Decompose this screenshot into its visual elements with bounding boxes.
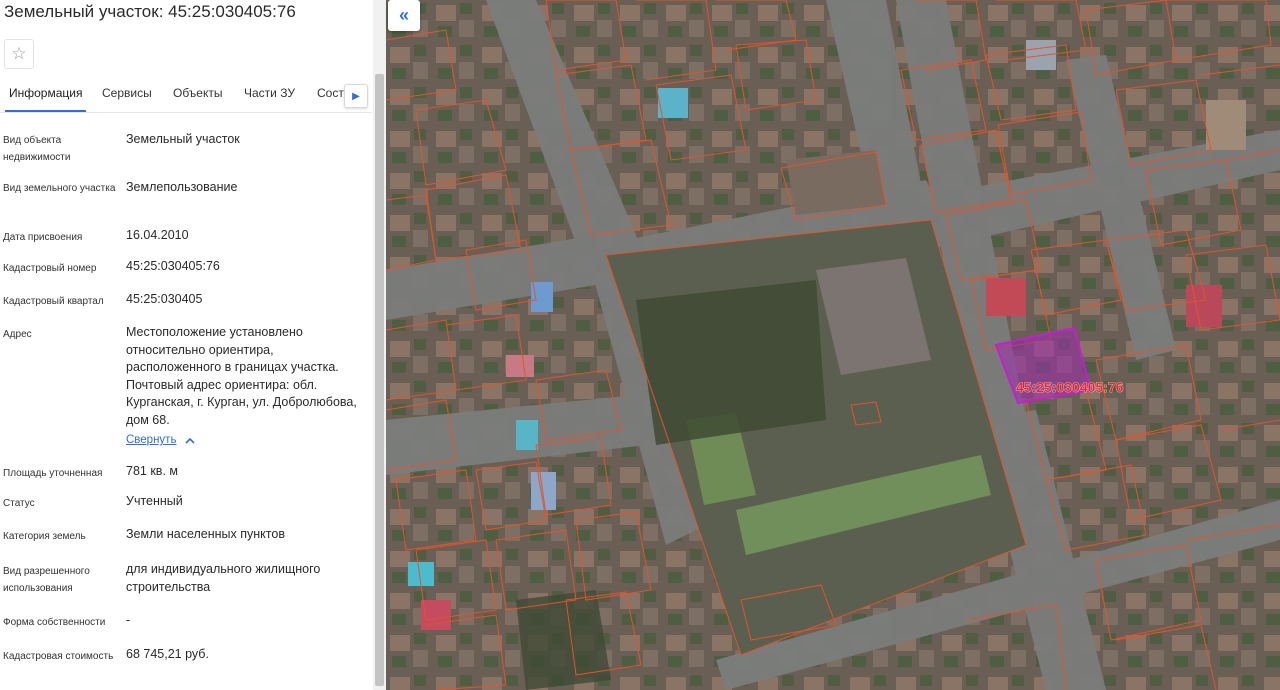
collapse-link[interactable]: Свернуть [126, 434, 176, 446]
value-ownership-form: - [126, 613, 131, 627]
panel-scrollbar-thumb[interactable] [375, 74, 384, 686]
parcel-label: 45:25:030405:76 [1016, 379, 1124, 395]
value-address: Местоположение установлено относительно … [126, 325, 357, 427]
value-area: 781 кв. м [126, 464, 178, 478]
building [1206, 100, 1246, 150]
building [1026, 40, 1056, 70]
building [506, 355, 534, 377]
tab-info[interactable]: Информация [4, 86, 87, 112]
value-land-category: Земли населенных пунктов [126, 527, 285, 541]
value-cadastral-number: 45:25:030405:76 [126, 259, 220, 273]
label-ownership-form: Форма собственности [3, 617, 106, 628]
info-panel: Земельный участок: 45:25:030405:76 ☆ Инф… [0, 0, 386, 690]
value-object-type: Земельный участок [126, 132, 240, 146]
page-title: Земельный участок: 45:25:030405:76 [4, 2, 296, 21]
trees [636, 280, 826, 445]
map-view[interactable]: 45:25:030405:76 [386, 0, 1280, 690]
value-status: Учтенный [126, 494, 183, 508]
label-object-type: Вид объекта недвижимости [3, 135, 71, 163]
tab-objects[interactable]: Объекты [173, 86, 223, 100]
tabs-scroll-right-button[interactable]: ▶ [344, 84, 368, 108]
collapse-panel-button[interactable]: « [388, 0, 420, 31]
triangle-right-icon: ▶ [352, 90, 360, 102]
label-permitted-use: Вид разрешенного использования [3, 566, 90, 594]
tab-services[interactable]: Сервисы [102, 86, 152, 100]
chevron-up-icon [185, 437, 195, 444]
label-cadastral-quarter: Кадастровый квартал [3, 296, 104, 307]
tab-bar: Информация Сервисы Объекты Части ЗУ Сост… [0, 80, 372, 113]
building [786, 150, 886, 215]
building [516, 420, 538, 450]
label-land-type: Вид земельного участка [3, 183, 116, 194]
tab-parts[interactable]: Части ЗУ [244, 86, 295, 100]
value-assign-date: 16.04.2010 [126, 228, 189, 242]
label-cadastral-value: Кадастровая стоимость [3, 651, 114, 662]
label-status: Статус [3, 498, 35, 509]
trees [516, 590, 611, 690]
label-address: Адрес [3, 329, 32, 340]
satellite-map[interactable]: 45:25:030405:76 [386, 0, 1280, 690]
label-land-category: Категория земель [3, 531, 86, 542]
value-cadastral-value: 68 745,21 руб. [126, 647, 209, 661]
favorite-button[interactable]: ☆ [4, 39, 34, 69]
label-area: Площадь уточненная [3, 468, 103, 479]
label-cadastral-number: Кадастровый номер [3, 263, 97, 274]
star-icon: ☆ [11, 44, 27, 63]
value-permitted-use: для индивидуального жилищного строительс… [126, 562, 321, 594]
double-chevron-left-icon: « [398, 5, 409, 25]
label-assign-date: Дата присвоения [3, 232, 83, 243]
value-cadastral-quarter: 45:25:030405 [126, 292, 203, 306]
building [531, 282, 553, 312]
building [986, 278, 1026, 316]
value-land-type: Землепользование [126, 180, 238, 194]
building [658, 88, 688, 118]
